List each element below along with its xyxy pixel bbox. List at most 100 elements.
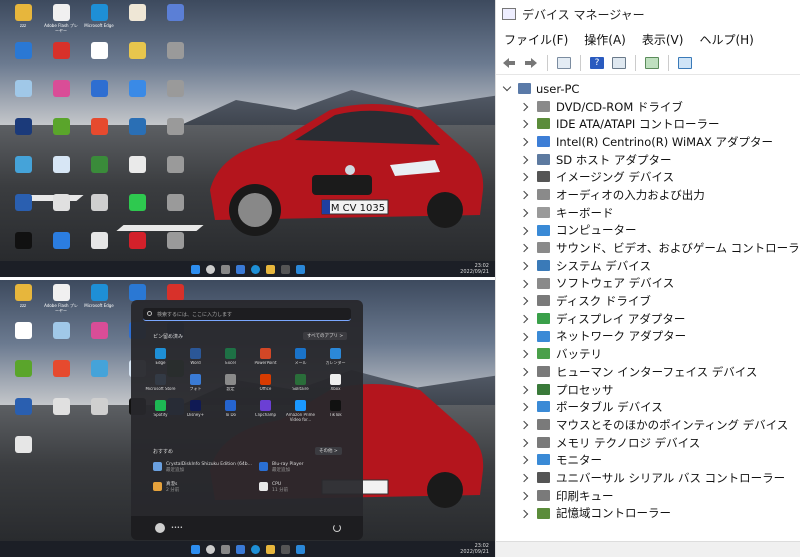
tree-item-controller[interactable]: IDE ATA/ATAPI コントローラー bbox=[496, 115, 800, 133]
desktop-shortcut[interactable]: Adobe Flash プレーヤー bbox=[42, 284, 80, 322]
pinned-app[interactable]: Microsoft Store bbox=[143, 374, 178, 400]
tree-item-battery[interactable]: バッテリ bbox=[496, 345, 800, 363]
tree-item-sound[interactable]: サウンド、ビデオ、およびゲーム コントローラー bbox=[496, 239, 800, 257]
back-button[interactable] bbox=[500, 54, 518, 72]
chevron-right-icon[interactable] bbox=[519, 261, 529, 271]
pinned-app[interactable]: Xbox bbox=[318, 374, 353, 400]
desktop-shortcut[interactable] bbox=[80, 360, 118, 398]
search-icon[interactable] bbox=[205, 264, 215, 274]
desktop-shortcut[interactable] bbox=[4, 80, 42, 118]
tree-item-storage-controller[interactable]: 記憶域コントローラー bbox=[496, 505, 800, 523]
desktop-shortcut[interactable] bbox=[4, 398, 42, 436]
explorer-icon[interactable] bbox=[265, 544, 275, 554]
chevron-right-icon[interactable] bbox=[519, 173, 529, 182]
pinned-app[interactable]: 設定 bbox=[213, 374, 248, 400]
tree-item-network-adapter[interactable]: ネットワーク アダプター bbox=[496, 328, 800, 346]
pinned-app[interactable]: To Do bbox=[213, 400, 248, 426]
show-hidden-button[interactable] bbox=[610, 54, 628, 72]
desktop-shortcut[interactable] bbox=[118, 118, 156, 156]
tree-item-portable-device[interactable]: ポータブル デバイス bbox=[496, 398, 800, 416]
tray-clock[interactable]: 23:02 2022/09/21 bbox=[460, 543, 489, 555]
desktop-shortcut[interactable] bbox=[42, 360, 80, 398]
desktop-shortcut[interactable] bbox=[118, 156, 156, 194]
tray-clock[interactable]: 23:02 2022/09/21 bbox=[460, 263, 489, 275]
recommended-item[interactable]: 真澄s 2 分前 bbox=[153, 482, 253, 493]
desktop-shortcut[interactable]: zzz bbox=[4, 284, 42, 322]
desktop-shortcut[interactable] bbox=[80, 118, 118, 156]
chevron-right-icon[interactable] bbox=[519, 385, 529, 394]
chevron-right-icon[interactable] bbox=[519, 491, 529, 501]
chevron-down-icon[interactable] bbox=[502, 82, 512, 92]
chevron-right-icon[interactable] bbox=[519, 226, 529, 235]
tree-item-system-device[interactable]: システム デバイス bbox=[496, 257, 800, 275]
tree-item-speaker[interactable]: オーディオの入力および出力 bbox=[496, 186, 800, 204]
desktop-shortcut[interactable] bbox=[4, 118, 42, 156]
desktop-shortcut[interactable] bbox=[156, 118, 194, 156]
chevron-right-icon[interactable] bbox=[519, 367, 529, 377]
desktop-shortcut[interactable] bbox=[80, 80, 118, 118]
menu-view[interactable]: 表示(V) bbox=[642, 31, 684, 48]
desktop-shortcut[interactable]: Adobe Flash プレーヤー bbox=[42, 4, 80, 42]
desktop-shortcut[interactable] bbox=[42, 42, 80, 80]
user-avatar[interactable] bbox=[155, 523, 165, 533]
store-icon[interactable] bbox=[280, 544, 290, 554]
chevron-right-icon[interactable] bbox=[519, 314, 529, 324]
pinned-app[interactable]: カレンダー bbox=[318, 348, 353, 374]
tree-item-disk-drive[interactable]: ディスク ドライブ bbox=[496, 292, 800, 310]
chevron-right-icon[interactable] bbox=[519, 403, 529, 412]
start-search-input[interactable]: 検索するには、ここに入力します bbox=[143, 308, 351, 321]
tree-item-keyboard[interactable]: キーボード bbox=[496, 204, 800, 222]
desktop-shortcut[interactable] bbox=[42, 194, 80, 232]
chevron-right-icon[interactable] bbox=[519, 473, 529, 483]
desktop-shortcut[interactable] bbox=[118, 42, 156, 80]
desktop-shortcut[interactable] bbox=[80, 194, 118, 232]
desktop-shortcut[interactable] bbox=[118, 194, 156, 232]
desktop-shortcut[interactable] bbox=[42, 322, 80, 360]
desktop-shortcut[interactable] bbox=[156, 80, 194, 118]
forward-button[interactable] bbox=[522, 54, 540, 72]
task-view-icon[interactable] bbox=[220, 544, 230, 554]
desktop-shortcut[interactable] bbox=[80, 42, 118, 80]
tree-item-wimax[interactable]: Intel(R) Centrino(R) WiMAX アダプター bbox=[496, 133, 800, 151]
explorer-icon[interactable] bbox=[265, 264, 275, 274]
widgets-icon[interactable] bbox=[235, 264, 245, 274]
tree-item-printer[interactable]: 印刷キュー bbox=[496, 487, 800, 505]
chevron-right-icon[interactable] bbox=[519, 509, 529, 518]
chevron-right-icon[interactable] bbox=[519, 279, 529, 288]
desktop-shortcut[interactable]: Microsoft Edge bbox=[80, 284, 118, 322]
start-icon[interactable] bbox=[190, 544, 200, 554]
start-icon[interactable] bbox=[190, 264, 200, 274]
tree-item-camera[interactable]: イメージング デバイス bbox=[496, 168, 800, 186]
properties-button[interactable] bbox=[555, 54, 573, 72]
recommended-item[interactable]: CPU 11 分前 bbox=[259, 482, 359, 493]
menu-file[interactable]: ファイル(F) bbox=[504, 31, 568, 48]
pinned-app[interactable]: Clipchamp bbox=[248, 400, 283, 426]
desktop-shortcut[interactable] bbox=[118, 80, 156, 118]
tree-item-mouse[interactable]: マウスとそのほかのポインティング デバイス bbox=[496, 416, 800, 434]
desktop-shortcut[interactable] bbox=[80, 156, 118, 194]
pinned-app[interactable]: Word bbox=[178, 348, 213, 374]
chevron-right-icon[interactable] bbox=[519, 190, 529, 200]
desktop-shortcut[interactable] bbox=[4, 360, 42, 398]
store-icon[interactable] bbox=[280, 264, 290, 274]
tree-root[interactable]: user-PC bbox=[496, 80, 800, 98]
chevron-right-icon[interactable] bbox=[519, 243, 529, 253]
edge-icon[interactable] bbox=[250, 544, 260, 554]
power-icon[interactable] bbox=[333, 524, 341, 532]
mail-icon[interactable] bbox=[295, 544, 305, 554]
desktop-shortcut[interactable] bbox=[42, 398, 80, 436]
pinned-app[interactable]: TikTok bbox=[318, 400, 353, 426]
tree-item-sd-host[interactable]: SD ホスト アダプター bbox=[496, 151, 800, 169]
pinned-app[interactable]: Edge bbox=[143, 348, 178, 374]
desktop-shortcut[interactable] bbox=[4, 194, 42, 232]
chevron-right-icon[interactable] bbox=[519, 155, 529, 164]
desktop-shortcut[interactable] bbox=[156, 194, 194, 232]
chevron-right-icon[interactable] bbox=[519, 208, 529, 218]
pinned-app[interactable]: Spotify bbox=[143, 400, 178, 426]
tree-item-software-device[interactable]: ソフトウェア デバイス bbox=[496, 275, 800, 293]
pinned-app[interactable]: メール bbox=[283, 348, 318, 374]
pinned-app[interactable]: Office bbox=[248, 374, 283, 400]
chevron-right-icon[interactable] bbox=[519, 297, 529, 306]
more-button[interactable]: その他 > bbox=[315, 447, 342, 455]
menu-action[interactable]: 操作(A) bbox=[584, 31, 626, 48]
